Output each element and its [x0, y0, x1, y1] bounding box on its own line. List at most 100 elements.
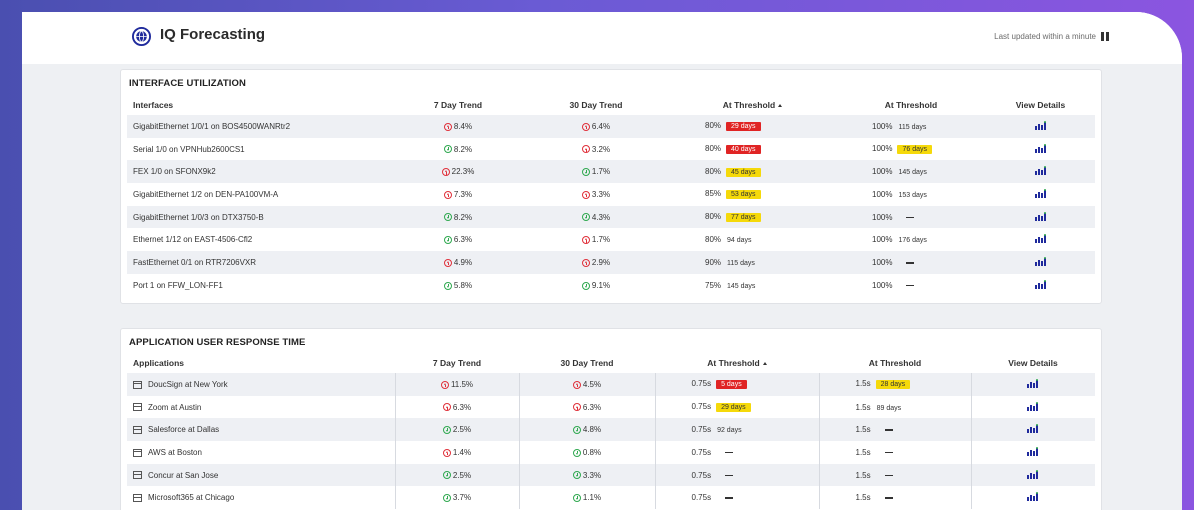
- view-details-chart-icon[interactable]: [1034, 188, 1047, 198]
- threshold-value: 100%: [872, 257, 893, 267]
- trend-value: 6.4%: [591, 121, 611, 131]
- trend-7day-cell: 8.2%: [393, 205, 523, 229]
- column-header-7day-trend[interactable]: 7 Day Trend: [393, 95, 523, 115]
- view-details-chart-icon[interactable]: [1027, 424, 1039, 434]
- interface-name[interactable]: Serial 1/0 on VPNHub2600CS1: [133, 145, 245, 154]
- threshold-value: 80%: [705, 166, 722, 176]
- threshold-1-cell: 0.75s 29 days: [655, 395, 820, 419]
- interface-name[interactable]: Port 1 on FFW_LON-FF1: [133, 281, 223, 290]
- trend-down-icon: [572, 448, 581, 457]
- no-forecast-dash: [906, 262, 915, 264]
- trend-30day-cell: 9.1%: [523, 274, 669, 297]
- table-row[interactable]: GigabitEthernet 1/2 on DEN-PA100VM-A 7.3%…: [127, 183, 1095, 206]
- threshold-1-cell: 80% 45 days: [669, 160, 836, 184]
- trend-down-icon: [442, 426, 451, 435]
- view-details-chart-icon[interactable]: [1027, 446, 1039, 456]
- threshold-1-cell: 0.75s 5 days: [655, 373, 820, 396]
- interface-name[interactable]: FEX 1/0 on SFONX9k2: [133, 167, 216, 176]
- column-header-at-threshold-sorted[interactable]: At Threshold: [655, 353, 819, 373]
- view-details-chart-icon[interactable]: [1027, 401, 1039, 411]
- application-name[interactable]: Microsoft365 at Chicago: [148, 493, 234, 502]
- application-name[interactable]: Concur at San Jose: [148, 471, 218, 480]
- column-header-at-threshold[interactable]: At Threshold: [819, 353, 971, 373]
- table-row[interactable]: Microsoft365 at Chicago 3.7% 1.1% 0.75s 1.5s: [127, 486, 1095, 510]
- interface-name[interactable]: GigabitEthernet 1/0/3 on DTX3750-B: [133, 213, 264, 222]
- table-row[interactable]: AWS at Boston 1.4% 0.8% 0.75s 1.5s: [127, 441, 1095, 464]
- table-row[interactable]: FEX 1/0 on SFONX9k2 22.3% 1.7% 80% 45 days 10…: [127, 160, 1095, 184]
- table-row[interactable]: Concur at San Jose 2.5% 3.3% 0.75s 1.5s: [127, 463, 1095, 487]
- interface-name[interactable]: GigabitEthernet 1/2 on DEN-PA100VM-A: [133, 190, 278, 199]
- column-header-view-details: View Details: [1015, 100, 1066, 110]
- threshold-value: 1.5s: [855, 379, 871, 389]
- application-name-cell: DoucSign at New York: [127, 373, 396, 396]
- view-details-chart-icon[interactable]: [1034, 120, 1047, 130]
- pause-icon[interactable]: [1101, 32, 1109, 41]
- days-to-threshold-badge: 5 days: [716, 380, 747, 390]
- view-details-cell: [971, 463, 1095, 487]
- interface-name-cell: Port 1 on FFW_LON-FF1: [127, 274, 393, 297]
- days-to-threshold-text: 145 days: [727, 282, 756, 290]
- interface-name[interactable]: FastEthernet 0/1 on RTR7206VXR: [133, 258, 256, 267]
- view-details-cell: [971, 486, 1095, 509]
- column-header-at-threshold[interactable]: At Threshold: [836, 95, 986, 115]
- no-forecast-dash: [906, 216, 915, 219]
- threshold-2-cell: 100% 153 days: [836, 183, 986, 206]
- trend-30day-cell: 0.8%: [519, 441, 656, 464]
- table-row[interactable]: Serial 1/0 on VPNHub2600CS1 8.2% 3.2% 80% 40…: [127, 138, 1095, 161]
- view-details-chart-icon[interactable]: [1027, 378, 1039, 388]
- view-details-chart-icon[interactable]: [1034, 234, 1047, 244]
- view-details-chart-icon[interactable]: [1027, 469, 1039, 479]
- threshold-2-cell: 1.5s 89 days: [819, 395, 972, 419]
- trend-value: 1.1%: [582, 493, 602, 503]
- column-header-applications[interactable]: Applications: [127, 353, 395, 373]
- no-forecast-dash: [884, 452, 893, 454]
- application-name[interactable]: AWS at Boston: [148, 448, 202, 457]
- trend-30day-cell: 1.7%: [523, 228, 669, 251]
- view-details-chart-icon[interactable]: [1034, 143, 1047, 153]
- table-row[interactable]: GigabitEthernet 1/0/1 on BOS4500WANRtr2 8…: [127, 115, 1095, 138]
- table-row[interactable]: Ethernet 1/12 on EAST-4506-Cfl2 6.3% 1.7% 8…: [127, 228, 1095, 251]
- trend-up-icon: [572, 380, 581, 389]
- trend-30day-cell: 1.7%: [523, 160, 669, 184]
- threshold-1-cell: 0.75s 92 days: [655, 418, 820, 442]
- column-header-interfaces[interactable]: Interfaces: [127, 95, 393, 115]
- threshold-value: 100%: [872, 189, 893, 199]
- column-header-30day-trend[interactable]: 30 Day Trend: [523, 95, 669, 115]
- column-header-30day-trend[interactable]: 30 Day Trend: [519, 353, 655, 373]
- sort-ascending-icon: [762, 362, 767, 366]
- page-title: IQ Forecasting: [160, 26, 266, 43]
- threshold-1-cell: 0.75s: [655, 486, 820, 510]
- threshold-value: 1.5s: [855, 402, 871, 412]
- application-name[interactable]: DoucSign at New York: [148, 380, 228, 389]
- table-row[interactable]: DoucSign at New York 11.5% 4.5% 0.75s 5 days…: [127, 373, 1095, 396]
- interface-name-cell: GigabitEthernet 1/0/1 on BOS4500WANRtr2: [127, 115, 393, 138]
- interface-name[interactable]: GigabitEthernet 1/0/1 on BOS4500WANRtr2: [133, 122, 290, 131]
- trend-value: 1.4%: [452, 447, 472, 457]
- threshold-2-cell: 100%: [836, 251, 986, 274]
- trend-7day-cell: 1.4%: [395, 441, 520, 464]
- column-header-view-details: View Details: [1008, 358, 1058, 368]
- view-details-chart-icon[interactable]: [1034, 256, 1047, 266]
- trend-value: 2.9%: [591, 257, 611, 267]
- days-to-threshold-text: 145 days: [898, 169, 927, 177]
- application-name[interactable]: Salesforce at Dallas: [148, 425, 219, 434]
- column-header-at-threshold-sorted[interactable]: At Threshold: [669, 95, 836, 115]
- table-row[interactable]: GigabitEthernet 1/0/3 on DTX3750-B 8.2% 4.…: [127, 205, 1095, 229]
- trend-value: 4.8%: [582, 425, 602, 435]
- view-details-chart-icon[interactable]: [1034, 211, 1047, 221]
- view-details-chart-icon[interactable]: [1034, 279, 1047, 289]
- table-row[interactable]: Salesforce at Dallas 2.5% 4.8% 0.75s 92 days…: [127, 418, 1095, 442]
- view-details-cell: [971, 418, 1095, 442]
- table-row[interactable]: Zoom at Austin 6.3% 6.3% 0.75s 29 days 1.5s 89…: [127, 395, 1095, 419]
- table-row[interactable]: FastEthernet 0/1 on RTR7206VXR 4.9% 2.9% 90…: [127, 251, 1095, 274]
- view-details-chart-icon[interactable]: [1034, 166, 1047, 176]
- column-header-7day-trend[interactable]: 7 Day Trend: [395, 353, 519, 373]
- application-table-body: DoucSign at New York 11.5% 4.5% 0.75s 5 days…: [127, 373, 1095, 510]
- trend-value: 3.7%: [452, 493, 472, 503]
- view-details-chart-icon[interactable]: [1027, 492, 1039, 502]
- interface-name[interactable]: Ethernet 1/12 on EAST-4506-Cfl2: [133, 235, 252, 244]
- table-row[interactable]: Port 1 on FFW_LON-FF1 5.8% 9.1% 75% 145 days…: [127, 274, 1095, 297]
- threshold-value: 1.5s: [855, 493, 871, 503]
- threshold-1-cell: 90% 115 days: [669, 251, 836, 274]
- application-name[interactable]: Zoom at Austin: [148, 403, 201, 412]
